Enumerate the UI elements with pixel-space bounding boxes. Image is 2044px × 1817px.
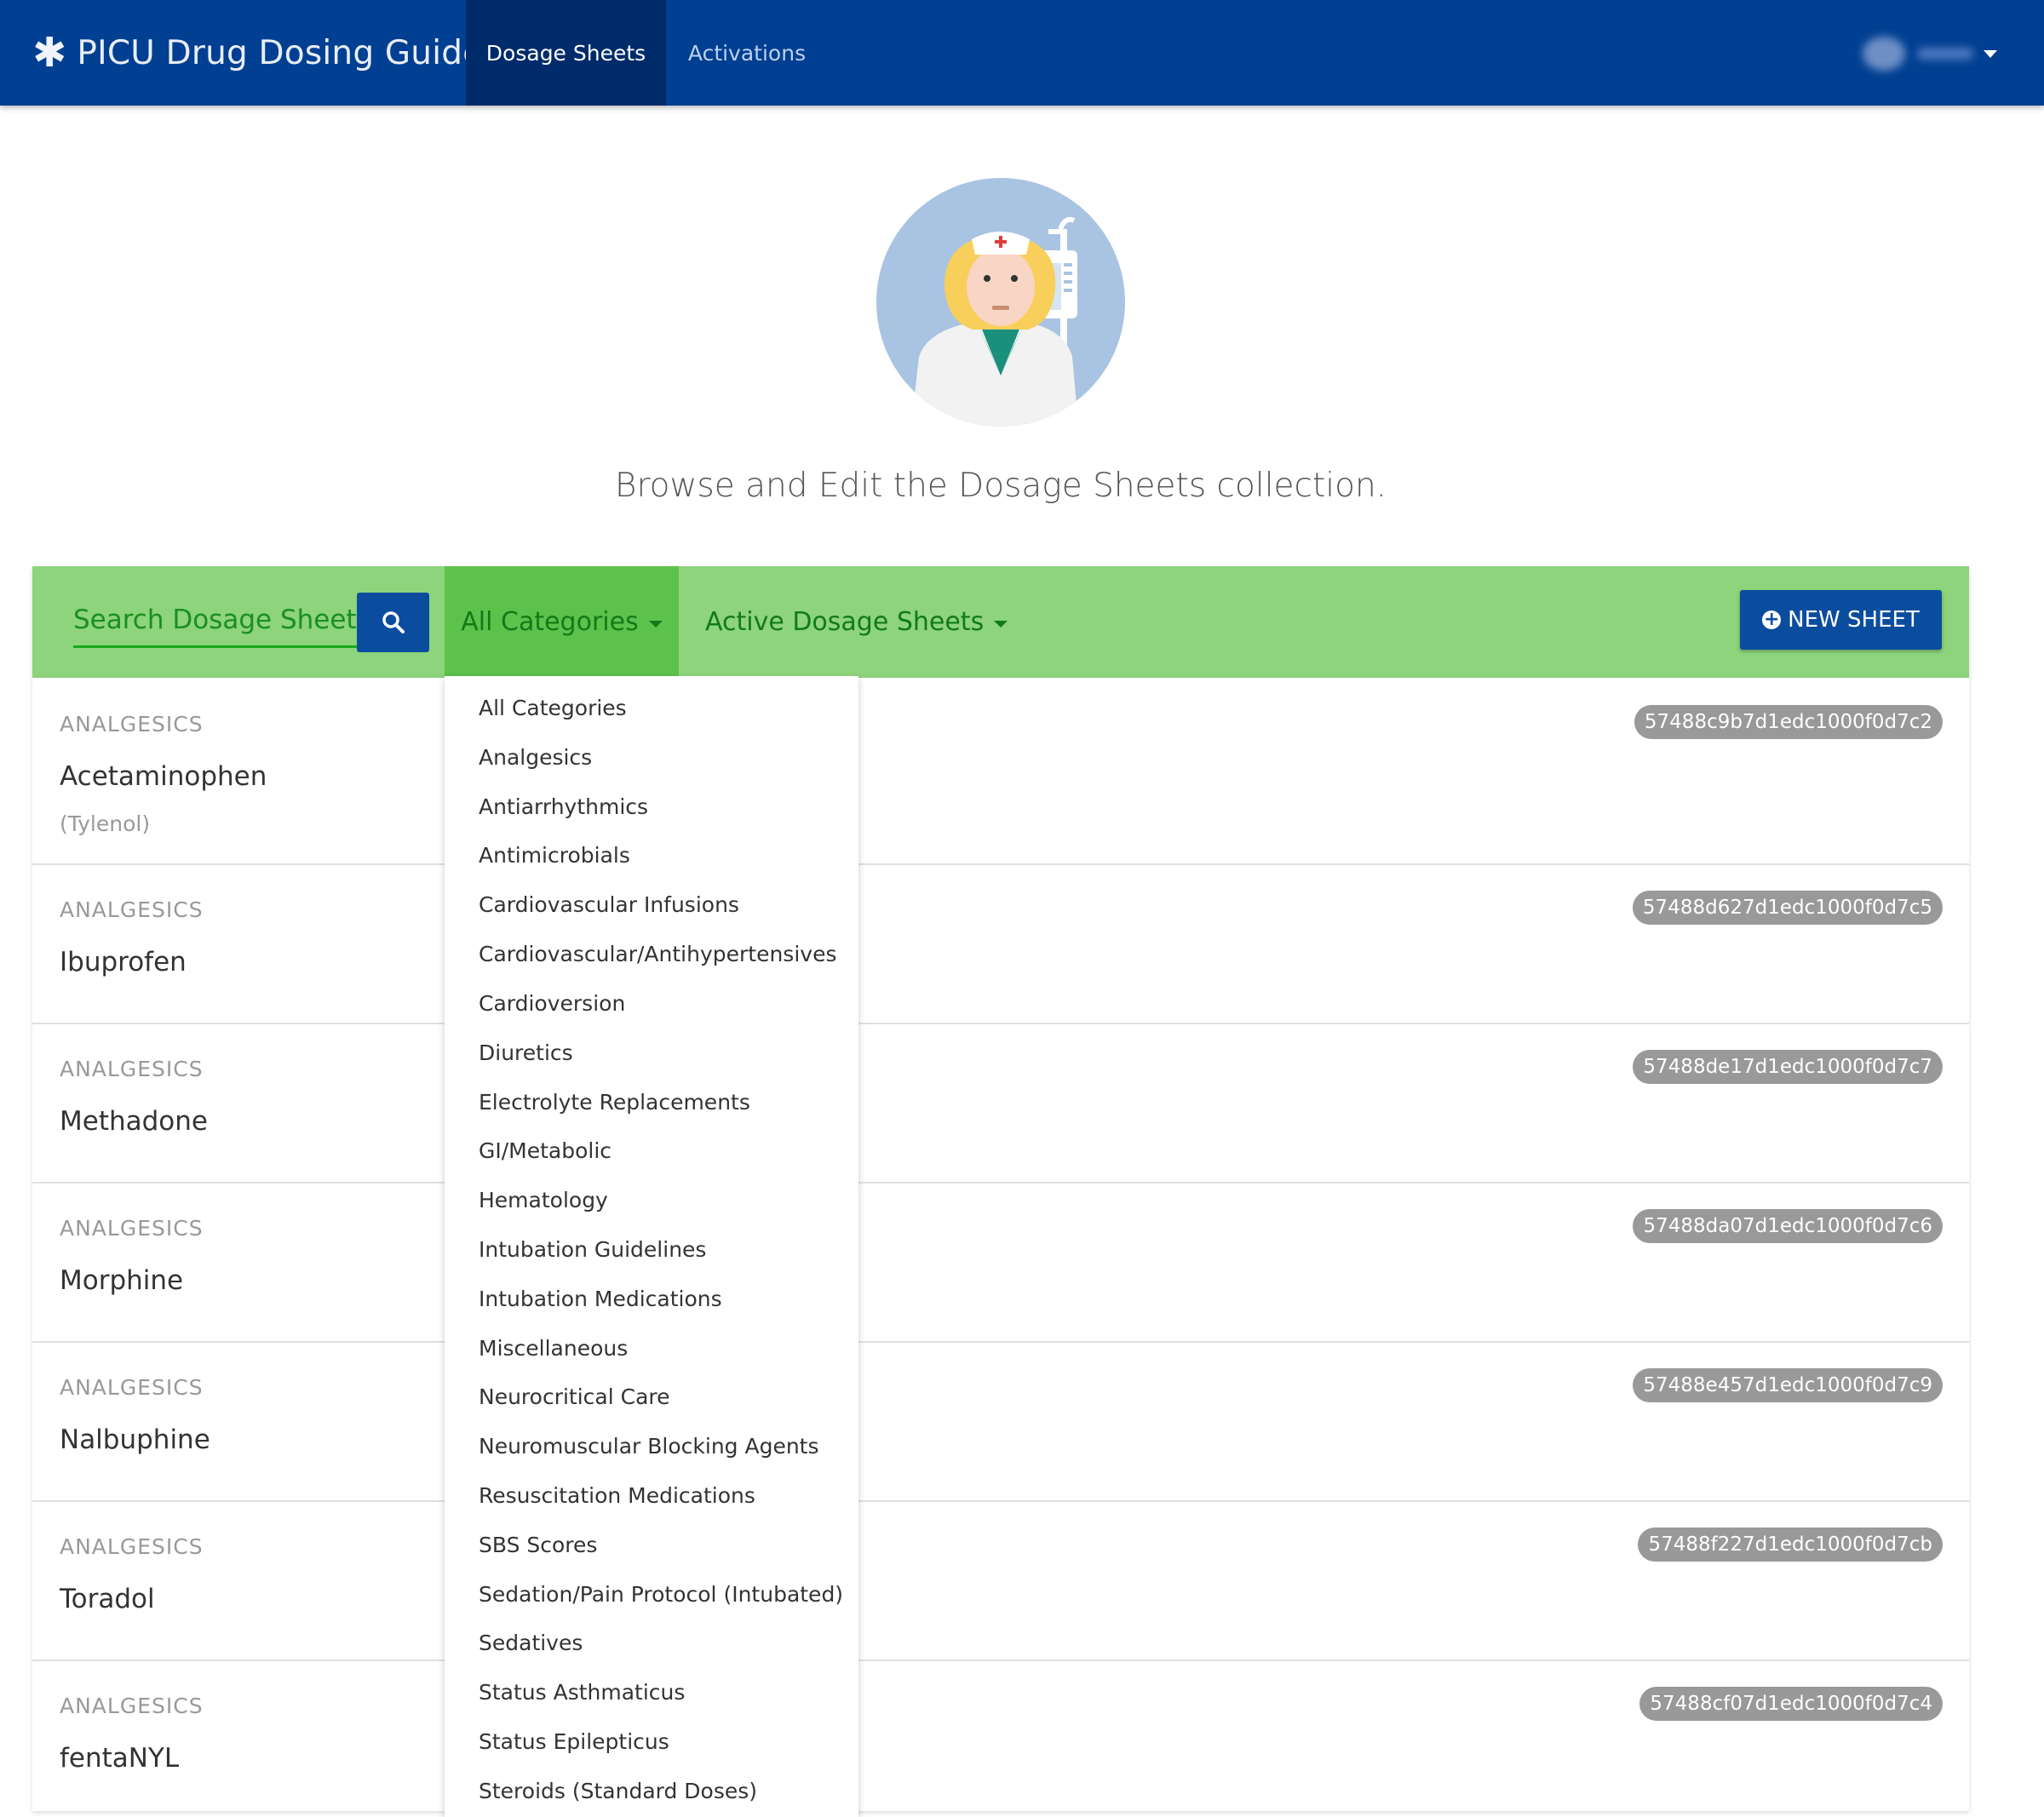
list-item[interactable]: ANALGESICS Ibuprofen 57488d627d1edc1000f… [32, 863, 1969, 1024]
list-item[interactable]: ANALGESICS fentaNYL 57488cf07d1edc1000f0… [32, 1659, 1969, 1811]
category-filter-label: All Categories [461, 607, 639, 637]
search-wrapper [73, 594, 388, 648]
status-filter-dropdown[interactable]: Active Dosage Sheets [705, 566, 1008, 678]
list-item[interactable]: ANALGESICS Methadone 57488de17d1edc1000f… [32, 1023, 1969, 1184]
category-option[interactable]: Cardiovascular Infusions [479, 892, 739, 917]
category-option[interactable]: GI/Metabolic [479, 1138, 611, 1163]
sheet-category: ANALGESICS [60, 1216, 204, 1241]
sheet-name: fentaNYL [60, 1743, 180, 1774]
sheet-id-badge: 57488cf07d1edc1000f0d7c4 [1639, 1687, 1943, 1721]
category-option[interactable]: Antimicrobials [479, 843, 630, 868]
category-option[interactable]: Miscellaneous [479, 1336, 628, 1361]
category-filter-dropdown[interactable]: All Categories [445, 566, 679, 678]
caret-down-icon [648, 620, 663, 628]
sheet-id-badge: 57488f227d1edc1000f0d7cb [1638, 1528, 1943, 1562]
sheet-category: ANALGESICS [60, 1694, 204, 1718]
new-sheet-label: NEW SHEET [1788, 607, 1920, 633]
search-icon [382, 611, 405, 633]
caret-down-icon [994, 620, 1008, 628]
category-option[interactable]: Status Epilepticus [479, 1729, 669, 1754]
sheet-name: Toradol [60, 1584, 155, 1614]
caret-down-icon [1984, 49, 1997, 58]
list-item[interactable]: ANALGESICS Acetaminophen (Tylenol) 57488… [32, 678, 1969, 865]
category-option[interactable]: Neurocritical Care [479, 1384, 670, 1409]
brand[interactable]: ✱ PICU Drug Dosing Guide [32, 0, 483, 106]
nav-tab-dosage-sheets[interactable]: Dosage Sheets [466, 0, 666, 106]
user-name-redacted [1917, 48, 1973, 60]
category-dropdown-menu: All Categories Analgesics Antiarrhythmic… [445, 676, 858, 1817]
category-option[interactable]: Electrolyte Replacements [479, 1090, 750, 1115]
category-option[interactable]: Antiarrhythmics [479, 794, 648, 819]
sheet-category: ANALGESICS [60, 712, 204, 737]
sheet-category: ANALGESICS [60, 897, 204, 922]
list-item[interactable]: ANALGESICS Toradol 57488f227d1edc1000f0d… [32, 1500, 1969, 1661]
sheet-name: Morphine [60, 1265, 184, 1296]
sheet-name: Nalbuphine [60, 1424, 210, 1455]
category-option[interactable]: Cardiovascular/Antihypertensives [479, 942, 836, 966]
asterisk-icon: ✱ [32, 29, 67, 77]
user-menu[interactable] [1863, 34, 1997, 73]
category-option[interactable]: Cardioversion [479, 991, 625, 1016]
sheet-category: ANALGESICS [60, 1375, 204, 1400]
top-navbar: ✱ PICU Drug Dosing Guide Dosage Sheets A… [0, 0, 2044, 106]
brand-title: PICU Drug Dosing Guide [77, 33, 484, 72]
dosage-sheet-list: ANALGESICS Acetaminophen (Tylenol) 57488… [32, 678, 1969, 1811]
new-sheet-button[interactable]: + NEW SHEET [1740, 590, 1942, 650]
category-option[interactable]: Diuretics [479, 1040, 573, 1065]
page-tagline: Browse and Edit the Dosage Sheets collec… [614, 467, 1387, 505]
sheet-name: Methadone [60, 1106, 208, 1137]
plus-circle-icon: + [1762, 609, 1782, 630]
avatar [1863, 37, 1905, 71]
category-option[interactable]: Intubation Guidelines [479, 1237, 706, 1262]
category-option[interactable]: Analgesics [479, 745, 592, 770]
filter-toolbar: All Categories Active Dosage Sheets + NE… [32, 566, 1969, 678]
nurse-illustration [876, 178, 1125, 427]
sheet-id-badge: 57488e457d1edc1000f0d7c9 [1633, 1368, 1943, 1402]
sheet-category: ANALGESICS [60, 1057, 204, 1081]
nav-tab-label: Dosage Sheets [485, 40, 646, 66]
category-option[interactable]: Resuscitation Medications [479, 1483, 755, 1508]
list-item[interactable]: ANALGESICS Morphine 57488da07d1edc1000f0… [32, 1182, 1969, 1343]
category-option[interactable]: Intubation Medications [479, 1287, 722, 1311]
category-option[interactable]: Sedatives [479, 1631, 583, 1655]
sheet-category: ANALGESICS [60, 1534, 204, 1559]
sheet-id-badge: 57488de17d1edc1000f0d7c7 [1633, 1050, 1943, 1084]
category-option[interactable]: All Categories [479, 696, 627, 720]
search-input[interactable] [73, 594, 388, 645]
sheet-name: Acetaminophen [60, 761, 267, 792]
nav-tab-label: Activations [687, 40, 807, 66]
sheet-alias: (Tylenol) [60, 811, 151, 836]
category-option[interactable]: Hematology [479, 1188, 608, 1212]
sheet-id-badge: 57488da07d1edc1000f0d7c6 [1633, 1209, 1943, 1243]
nav-tab-activations[interactable]: Activations [666, 0, 828, 106]
category-option[interactable]: Status Asthmaticus [479, 1680, 685, 1705]
status-filter-label: Active Dosage Sheets [705, 607, 985, 637]
sheet-name: Ibuprofen [60, 947, 187, 977]
sheet-id-badge: 57488d627d1edc1000f0d7c5 [1632, 891, 1943, 925]
category-option[interactable]: Neuromuscular Blocking Agents [479, 1434, 819, 1459]
sheet-id-badge: 57488c9b7d1edc1000f0d7c2 [1633, 705, 1943, 739]
category-option[interactable]: Steroids (Standard Doses) [479, 1779, 757, 1803]
category-option[interactable]: SBS Scores [479, 1533, 597, 1557]
search-button[interactable] [357, 593, 429, 652]
category-option[interactable]: Sedation/Pain Protocol (Intubated) [479, 1582, 843, 1607]
list-item[interactable]: ANALGESICS Nalbuphine 57488e457d1edc1000… [32, 1341, 1969, 1502]
